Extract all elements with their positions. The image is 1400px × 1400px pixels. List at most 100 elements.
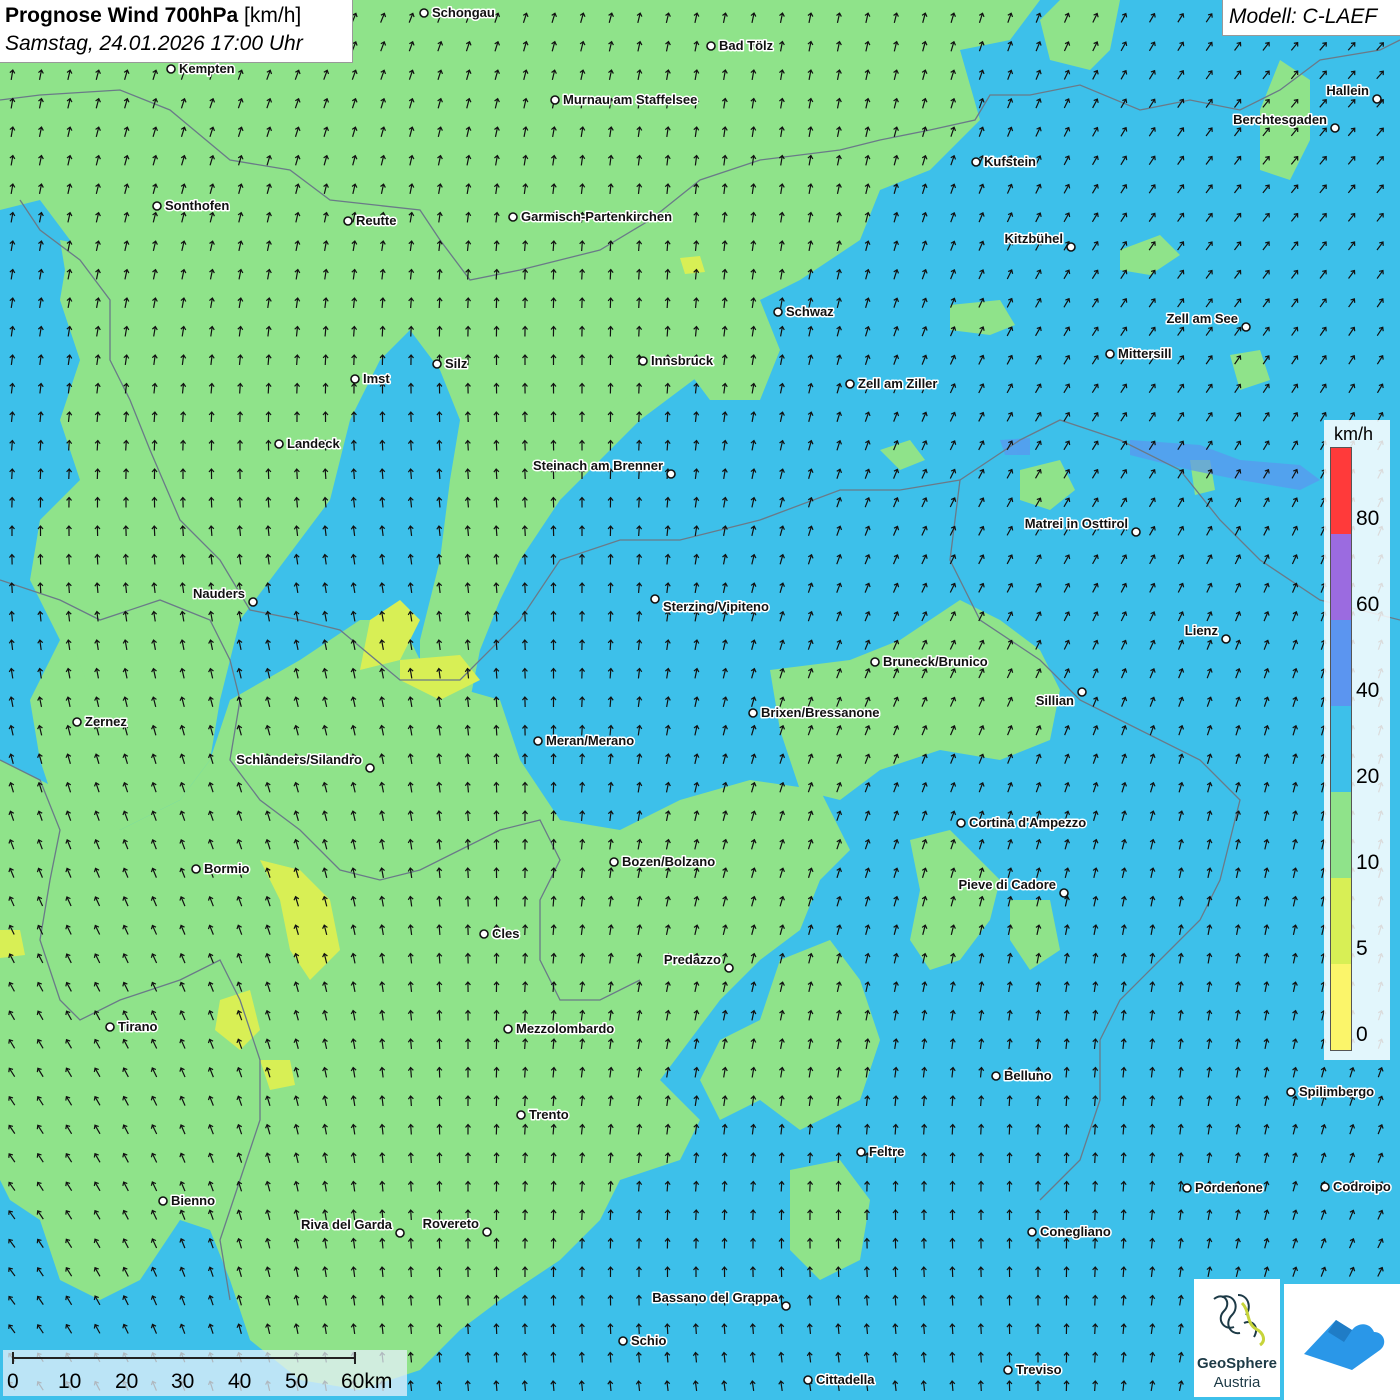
city-label: Kempten <box>179 61 235 76</box>
city-dot-icon <box>781 1301 791 1311</box>
city-label: Belluno <box>1004 1068 1052 1083</box>
city-dot-icon <box>991 1071 1001 1081</box>
city-dot-icon <box>1105 349 1115 359</box>
city-label: Murnau am Staffelsee <box>563 92 697 107</box>
geosphere-name: GeoSphere <box>1196 1355 1278 1372</box>
city-dot-icon <box>618 1336 628 1346</box>
city-label: Berchtesgaden <box>1233 112 1327 127</box>
city-label: Kufstein <box>984 154 1036 169</box>
city-marker: Bozen/Bolzano <box>609 853 717 871</box>
city-marker: Garmisch-Partenkirchen <box>508 208 674 226</box>
city-dot-icon <box>748 708 758 718</box>
legend-label-40: 40 <box>1356 679 1380 702</box>
city-dot-icon <box>1131 527 1141 537</box>
city-label: Trento <box>529 1107 569 1122</box>
weather-app-logo[interactable] <box>1284 1284 1400 1400</box>
city-label: Zell am See <box>1166 311 1238 326</box>
city-dot-icon <box>724 963 734 973</box>
city-marker: Zell am Ziller <box>845 375 939 393</box>
geosphere-emblem-icon <box>1213 1294 1265 1347</box>
city-dot-icon <box>482 1227 492 1237</box>
city-dot-icon <box>166 64 176 74</box>
weather-cloud-icon <box>1304 1320 1385 1370</box>
city-label: Rovereto <box>423 1216 479 1231</box>
color-legend: km/h 80 60 40 20 10 5 0 <box>1324 420 1390 1060</box>
city-label: Pordenone <box>1195 1180 1263 1195</box>
city-dot-icon <box>248 597 258 607</box>
forecast-datetime: Samstag, 24.01.2026 17:00 Uhr <box>5 32 303 55</box>
legend-segment-60-80 <box>1331 534 1351 620</box>
city-label: Reutte <box>356 213 396 228</box>
legend-segment-40-60 <box>1331 620 1351 706</box>
city-label: Lienz <box>1185 623 1219 638</box>
city-dot-icon <box>158 1196 168 1206</box>
city-dot-icon <box>856 1147 866 1157</box>
city-label: Schio <box>631 1333 666 1348</box>
city-dot-icon <box>419 8 429 18</box>
scale-label-60km: 60km <box>341 1370 393 1393</box>
city-marker: Meran/Merano <box>533 732 636 750</box>
city-dot-icon <box>395 1228 405 1238</box>
scale-label-50: 50 <box>285 1370 309 1393</box>
city-dot-icon <box>503 1024 513 1034</box>
city-label: Tirano <box>118 1019 158 1034</box>
city-dot-icon <box>666 469 676 479</box>
city-label: Hallein <box>1326 83 1369 98</box>
city-dot-icon <box>971 157 981 167</box>
city-label: Bienno <box>171 1193 215 1208</box>
city-label: Schongau <box>432 5 495 20</box>
city-label: Riva del Garda <box>301 1217 393 1232</box>
city-dot-icon <box>432 359 442 369</box>
city-dot-icon <box>508 212 518 222</box>
city-dot-icon <box>1372 94 1382 104</box>
city-dot-icon <box>803 1375 813 1385</box>
city-label: Codroipo <box>1333 1179 1391 1194</box>
geosphere-logo[interactable]: GeoSphere Austria <box>1194 1279 1280 1397</box>
city-marker: Mezzolombardo <box>503 1020 616 1038</box>
model-label: Modell: C-LAEF <box>1222 0 1400 36</box>
city-label: Schwaz <box>786 304 834 319</box>
city-label: Bormio <box>204 861 250 876</box>
map-title: Prognose Wind 700hPa [km/h] <box>5 4 347 28</box>
legend-label-80: 80 <box>1356 507 1380 530</box>
city-dot-icon <box>533 736 543 746</box>
city-dot-icon <box>650 594 660 604</box>
city-marker: Murnau am Staffelsee <box>550 91 699 109</box>
city-label: Meran/Merano <box>546 733 634 748</box>
city-marker: Pordenone <box>1182 1179 1264 1197</box>
legend-label-5: 5 <box>1356 937 1368 960</box>
city-label: Bruneck/Brunico <box>883 654 988 669</box>
city-dot-icon <box>609 857 619 867</box>
city-dot-icon <box>773 307 783 317</box>
city-label: Zell am Ziller <box>858 376 937 391</box>
city-dot-icon <box>274 439 284 449</box>
city-label: Nauders <box>193 586 245 601</box>
city-dot-icon <box>706 41 716 51</box>
city-label: Mezzolombardo <box>516 1021 614 1036</box>
legend-segment-10-20 <box>1331 792 1351 878</box>
city-marker: Spilimbergo <box>1286 1083 1376 1101</box>
scale-bar: 0 10 20 30 40 50 60km <box>3 1350 407 1396</box>
map-title-box: Prognose Wind 700hPa [km/h] Samstag, 24.… <box>0 0 353 63</box>
city-dot-icon <box>365 763 375 773</box>
city-label: Mittersill <box>1118 346 1171 361</box>
city-label: Garmisch-Partenkirchen <box>521 209 672 224</box>
city-marker: Brixen/Bressanone <box>748 704 881 722</box>
city-dot-icon <box>350 374 360 384</box>
legend-segment-0-5 <box>1331 964 1351 1050</box>
scale-label-20: 20 <box>115 1370 139 1393</box>
city-label: Bad Tölz <box>719 38 774 53</box>
city-marker: Conegliano <box>1027 1223 1112 1241</box>
city-dot-icon <box>1330 123 1340 133</box>
city-dot-icon <box>1241 322 1251 332</box>
city-dot-icon <box>638 356 648 366</box>
wind-map[interactable]: Schongau Bad Tölz Kempten Murnau am Staffel… <box>0 0 1400 1400</box>
city-dot-icon <box>72 717 82 727</box>
city-dot-icon <box>550 95 560 105</box>
title-unit: [km/h] <box>244 4 302 27</box>
city-dot-icon <box>479 929 489 939</box>
city-label: Bassano del Grappa <box>652 1290 778 1305</box>
city-marker: Innsbruck <box>638 352 715 370</box>
city-label: Pieve di Cadore <box>958 877 1056 892</box>
city-label: Sonthofen <box>165 198 229 213</box>
